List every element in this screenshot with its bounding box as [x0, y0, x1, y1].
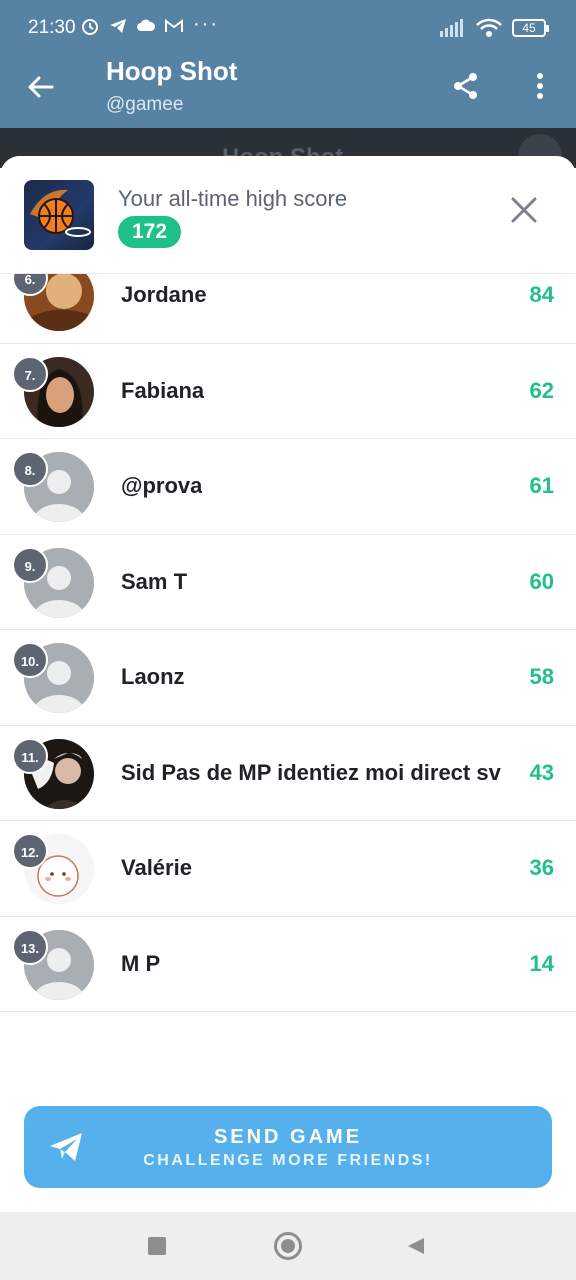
player-name: Laonz	[121, 664, 185, 689]
leaderboard-row[interactable]: 9. Sam T 60	[0, 535, 576, 630]
battery-level: 45	[522, 21, 536, 35]
player-name: Valérie	[121, 855, 192, 880]
gmail-icon	[165, 19, 183, 32]
send-game-button[interactable]: SEND GAME CHALLENGE MORE FRIENDS!	[24, 1106, 552, 1188]
player-score: 14	[529, 950, 554, 976]
rank-badge: 7.	[12, 355, 48, 392]
status-right-icons: 45	[440, 18, 549, 38]
status-more-dots: ···	[193, 13, 219, 35]
telegram-icon	[110, 19, 126, 33]
leaderboard-row[interactable]: 7. Fabiana 62	[0, 344, 576, 439]
leaderboard-sheet: Your all-time high score 172 6. Jordane …	[0, 156, 576, 1212]
leaderboard-row[interactable]: 8. @prova 61	[0, 439, 576, 535]
status-notification-icons	[80, 16, 184, 36]
high-score-label: Your all-time high score	[118, 186, 348, 211]
send-game-label: SEND GAME	[213, 1126, 363, 1148]
recents-icon[interactable]	[148, 1237, 166, 1255]
player-score: 84	[529, 282, 554, 307]
battery-icon: 45	[512, 19, 549, 37]
rank-badge: 13.	[12, 928, 48, 965]
player-score: 58	[529, 664, 554, 689]
game-thumbnail	[24, 180, 94, 250]
rank-badge: 12.	[12, 833, 48, 869]
player-name: M P	[121, 950, 161, 976]
chat-subtitle: @gamee	[106, 94, 184, 115]
player-name: Jordane	[121, 282, 207, 307]
player-score: 60	[529, 568, 554, 594]
cloud-icon	[137, 19, 156, 31]
rank-badge: 11.	[12, 737, 48, 774]
rank-badge: 10.	[12, 642, 48, 678]
alarm-icon	[82, 19, 98, 35]
player-name: Fabiana	[121, 377, 205, 403]
high-score-badge: 172	[118, 216, 182, 248]
sheet-header: Your all-time high score 172	[0, 156, 576, 274]
app-bar: 21:30 ··· 45 Hoop Shot @gamee	[0, 0, 576, 128]
player-name: Sam T	[121, 568, 188, 594]
rank-badge: 9.	[12, 546, 48, 583]
leaderboard-row[interactable]: 11. Sid Pas de MP identiez moi direct sv…	[0, 726, 576, 821]
home-icon[interactable]	[274, 1232, 302, 1260]
leaderboard-list: 6. Jordane 84 7. Fabiana 62 8. @prova 61…	[0, 248, 576, 1012]
player-name: @prova	[121, 473, 203, 498]
status-bar: 21:30 ··· 45	[0, 0, 576, 56]
share-icon[interactable]	[452, 72, 480, 100]
player-name: Sid Pas de MP identiez moi direct sv	[121, 759, 501, 785]
rank-badge: 8.	[12, 451, 48, 487]
more-vertical-icon[interactable]	[530, 72, 550, 100]
close-icon[interactable]	[508, 194, 540, 226]
signal-icon	[440, 19, 463, 37]
leaderboard-row[interactable]: 12. Valérie 36	[0, 821, 576, 917]
arrow-left-icon[interactable]	[26, 72, 56, 102]
leaderboard-row[interactable]: 10. Laonz 58	[0, 630, 576, 726]
player-score: 36	[529, 855, 554, 880]
send-game-sublabel: CHALLENGE MORE FRIENDS!	[143, 1152, 433, 1169]
player-score: 62	[529, 377, 554, 403]
back-triangle-icon[interactable]	[406, 1236, 426, 1256]
status-time: 21:30	[28, 17, 76, 38]
player-score: 61	[529, 473, 554, 498]
leaderboard-row[interactable]: 13. M P 14	[0, 917, 576, 1012]
player-score: 43	[529, 759, 554, 785]
system-nav-bar	[0, 1212, 576, 1280]
chat-title: Hoop Shot	[106, 56, 238, 86]
basketball-icon	[30, 189, 91, 237]
wifi-icon	[476, 18, 502, 37]
